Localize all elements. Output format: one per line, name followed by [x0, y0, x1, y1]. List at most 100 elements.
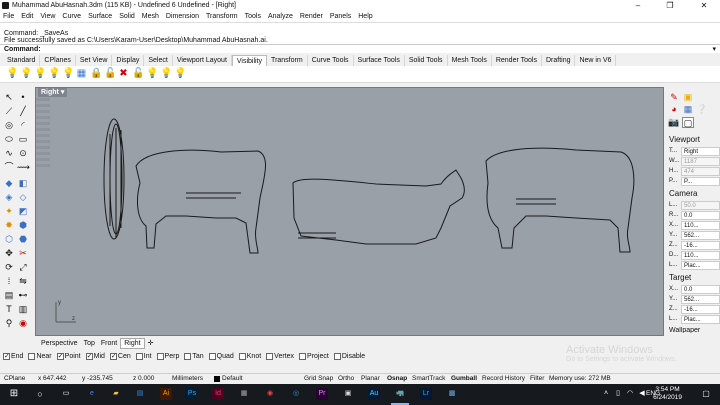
- hide-points-icon[interactable]: 💡: [160, 68, 172, 80]
- checkbox[interactable]: [266, 352, 274, 360]
- notification-icon[interactable]: ▢: [700, 388, 712, 400]
- lock-selected-icon[interactable]: ✖: [118, 68, 129, 80]
- camera-distance-field[interactable]: 110...: [681, 250, 720, 260]
- menu-analyze[interactable]: Analyze: [268, 13, 293, 20]
- hatch-icon[interactable]: ▥: [17, 304, 29, 315]
- layers-icon[interactable]: ▣: [682, 92, 694, 103]
- maximize-button[interactable]: ❐: [656, 0, 684, 11]
- tab-viewport-layout[interactable]: Viewport Layout: [173, 55, 232, 66]
- checkbox[interactable]: [333, 352, 341, 360]
- tab-select[interactable]: Select: [144, 55, 173, 66]
- osnap-disable[interactable]: Disable: [333, 352, 365, 360]
- checkbox[interactable]: [156, 352, 164, 360]
- unlock-selected-icon[interactable]: 🔓: [132, 68, 144, 80]
- status-gumball[interactable]: Gumball: [451, 375, 477, 382]
- lightroom-icon[interactable]: Lr: [420, 388, 432, 400]
- text-icon[interactable]: T: [3, 304, 15, 315]
- tab-perspective[interactable]: Perspective: [38, 339, 81, 348]
- solid-edit-icon[interactable]: ◩: [17, 206, 29, 217]
- premiere-icon[interactable]: Pr: [316, 388, 328, 400]
- target-z-field[interactable]: -16...: [681, 304, 720, 314]
- tab-standard[interactable]: Standard: [3, 55, 41, 66]
- box-icon[interactable]: ◆: [3, 178, 15, 189]
- menu-render[interactable]: Render: [300, 13, 323, 20]
- close-button[interactable]: ✕: [690, 0, 718, 11]
- osnap-near[interactable]: Near: [28, 352, 52, 360]
- materials-icon[interactable]: ◕: [668, 104, 680, 115]
- checkbox[interactable]: [135, 352, 143, 360]
- camera-place-button[interactable]: Plac...: [681, 260, 720, 270]
- target-place-button[interactable]: Plac...: [681, 314, 720, 324]
- join-icon[interactable]: ⬢: [17, 220, 29, 231]
- target-y-field[interactable]: 562...: [681, 294, 720, 304]
- tab-cplanes[interactable]: CPlanes: [40, 55, 76, 66]
- search-icon[interactable]: ○: [34, 388, 46, 400]
- tab-front[interactable]: Front: [98, 339, 120, 348]
- hide-swap-icon[interactable]: 💡: [62, 68, 74, 80]
- rhino-taskbar-icon[interactable]: 🦏: [394, 388, 406, 400]
- file-explorer-icon[interactable]: ▰: [110, 388, 122, 400]
- clock[interactable]: 3:54 PM 6/24/2019: [653, 386, 682, 402]
- add-viewport-icon[interactable]: ✛: [145, 339, 157, 348]
- ellipse-icon[interactable]: ⬭: [3, 134, 15, 145]
- camera-z-field[interactable]: -16...: [681, 240, 720, 250]
- loft-icon[interactable]: ◇: [17, 192, 29, 203]
- menu-file[interactable]: File: [3, 13, 14, 20]
- tab-new-in-v6[interactable]: New in V6: [575, 55, 617, 66]
- checkbox[interactable]: [238, 352, 246, 360]
- command-dropdown-icon[interactable]: ▾: [712, 45, 716, 54]
- array-icon[interactable]: ⁞: [3, 276, 15, 287]
- command-prompt[interactable]: Command: ▾: [0, 44, 720, 53]
- scale-icon[interactable]: ⤢: [17, 262, 29, 273]
- tray-chevron-icon[interactable]: ˄: [600, 388, 612, 400]
- explode-icon[interactable]: ✸: [3, 220, 15, 231]
- offset-icon[interactable]: ⊙: [17, 148, 29, 159]
- point-icon[interactable]: •: [17, 92, 29, 103]
- menu-edit[interactable]: Edit: [21, 13, 33, 20]
- tab-mesh-tools[interactable]: Mesh Tools: [448, 55, 492, 66]
- start-icon[interactable]: ⊞: [8, 388, 20, 400]
- checkbox-checked[interactable]: ✓: [85, 352, 93, 360]
- status-cplane[interactable]: CPlane: [4, 375, 25, 382]
- projection-select[interactable]: P...: [681, 176, 720, 186]
- surface-icon[interactable]: ◧: [17, 178, 29, 189]
- lock-objects-icon[interactable]: 🔒: [90, 68, 102, 80]
- task-view-icon[interactable]: ▭: [60, 388, 72, 400]
- tab-top[interactable]: Top: [81, 339, 98, 348]
- status-grid-snap[interactable]: Grid Snap: [304, 375, 333, 382]
- audition-icon[interactable]: Au: [368, 388, 380, 400]
- menu-surface[interactable]: Surface: [88, 13, 112, 20]
- app-icon[interactable]: ▦: [238, 388, 250, 400]
- checkbox[interactable]: [208, 352, 216, 360]
- tab-transform[interactable]: Transform: [267, 55, 308, 66]
- menu-solid[interactable]: Solid: [119, 13, 135, 20]
- status-record-history[interactable]: Record History: [482, 375, 525, 382]
- osnap-perp[interactable]: Perp: [156, 352, 179, 360]
- show-selected-icon[interactable]: 💡: [20, 68, 32, 80]
- app-icon[interactable]: ▩: [446, 388, 458, 400]
- osnap-knot[interactable]: Knot: [238, 352, 261, 360]
- osnap-cen[interactable]: ✓ Cen: [109, 352, 131, 360]
- show-all-icon[interactable]: 💡: [48, 68, 60, 80]
- menu-dimension[interactable]: Dimension: [166, 13, 199, 20]
- mesh-edit-icon[interactable]: ⬣: [17, 234, 29, 245]
- app-icon[interactable]: ◎: [290, 388, 302, 400]
- analyze-icon[interactable]: ⚲: [3, 318, 15, 329]
- polyline-icon[interactable]: ⟋: [3, 106, 15, 117]
- status-osnap[interactable]: Osnap: [387, 375, 407, 382]
- rectangle-icon[interactable]: ▭: [17, 134, 29, 145]
- menu-help[interactable]: Help: [358, 13, 372, 20]
- status-planar[interactable]: Planar: [361, 375, 380, 382]
- tab-curve-tools[interactable]: Curve Tools: [308, 55, 354, 66]
- tab-render-tools[interactable]: Render Tools: [492, 55, 542, 66]
- environment-icon[interactable]: ▦: [682, 104, 694, 115]
- status-layer[interactable]: Default: [222, 375, 243, 382]
- tab-surface-tools[interactable]: Surface Tools: [354, 55, 405, 66]
- osnap-quad[interactable]: Quad: [208, 352, 234, 360]
- osnap-int[interactable]: Int: [135, 352, 152, 360]
- camera-icon[interactable]: 📷: [668, 117, 680, 128]
- osnap-mid[interactable]: ✓ Mid: [85, 352, 105, 360]
- display-icon[interactable]: ▢: [682, 117, 694, 128]
- tab-solid-tools[interactable]: Solid Tools: [405, 55, 448, 66]
- checkbox-checked[interactable]: ✓: [56, 352, 64, 360]
